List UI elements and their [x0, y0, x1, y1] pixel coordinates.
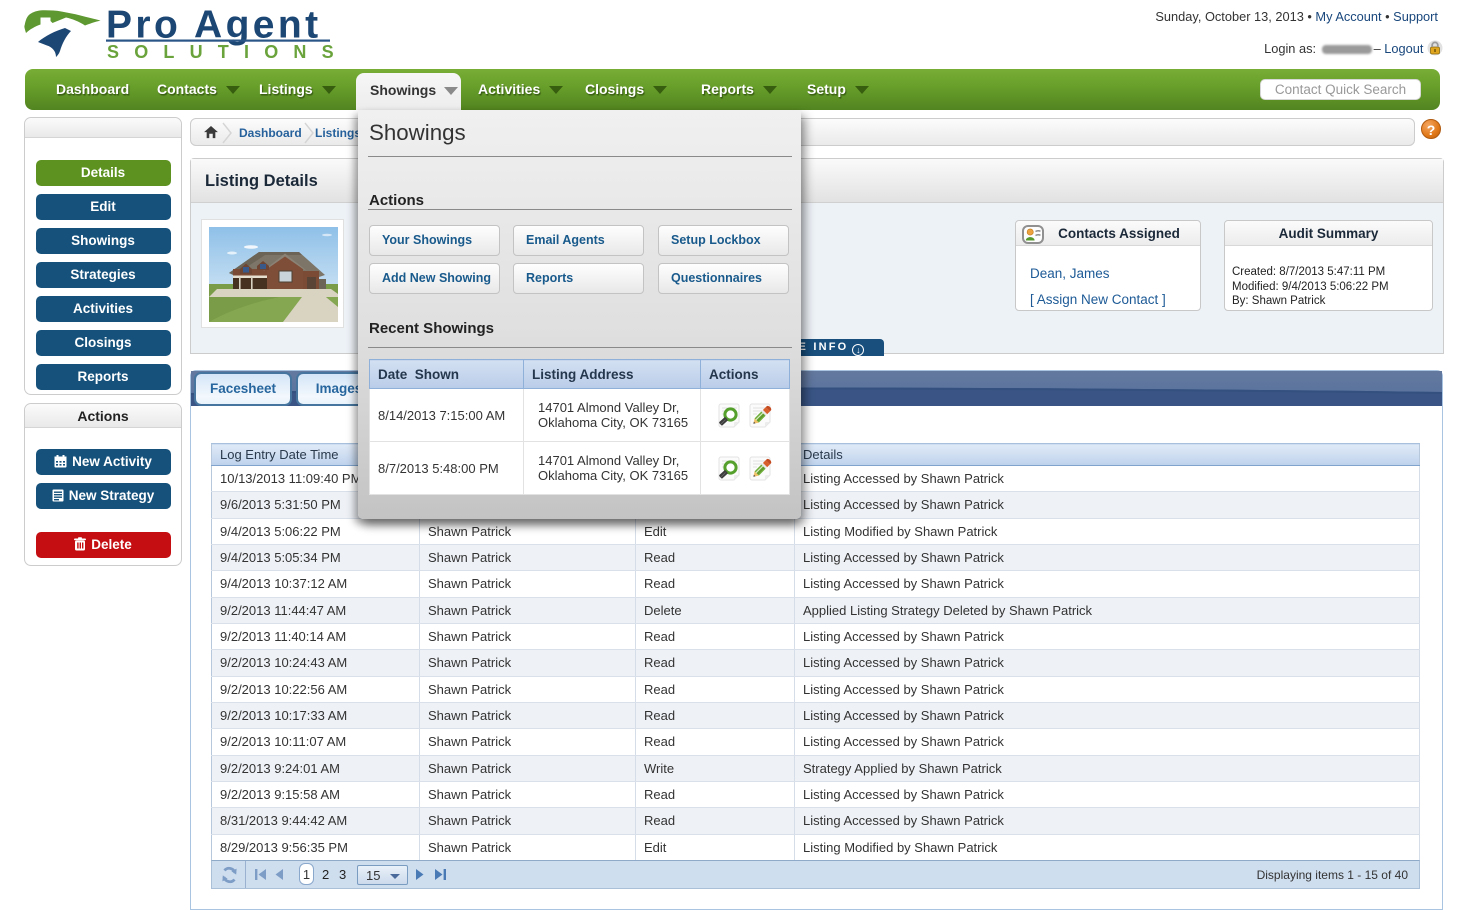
svg-text:SOLUTIONS: SOLUTIONS — [107, 42, 349, 62]
